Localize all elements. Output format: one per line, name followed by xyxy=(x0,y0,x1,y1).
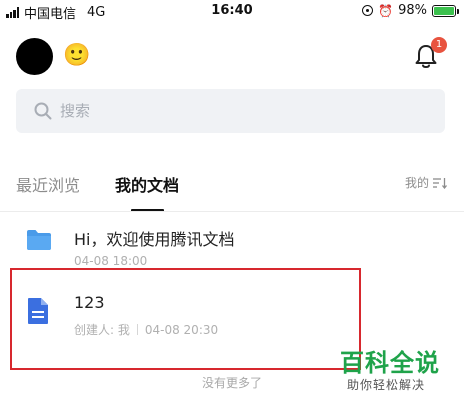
sort-filter-button[interactable]: 我的 xyxy=(405,174,448,191)
smiley-status-icon[interactable]: 🙂 xyxy=(63,44,90,68)
avatar[interactable] xyxy=(16,38,53,75)
battery-percent: 98% xyxy=(398,3,427,18)
watermark-logo: 百科全说 xyxy=(340,349,440,377)
search-bar[interactable] xyxy=(16,89,445,133)
sort-icon xyxy=(433,177,448,189)
status-bar: 中国电信 4G 16:40 ⏰ 98% xyxy=(0,0,464,22)
tab-divider xyxy=(0,211,464,212)
list-item[interactable]: Hi，欢迎使用腾讯文档 04-08 18:00 xyxy=(0,216,464,272)
document-date: 04-08 18:00 xyxy=(74,254,148,268)
alarm-icon: ⏰ xyxy=(378,3,394,18)
status-right: ⏰ 98% xyxy=(362,3,459,18)
highlight-annotation-box xyxy=(10,268,361,370)
tab-recent[interactable]: 最近浏览 xyxy=(16,172,80,196)
notification-badge[interactable]: 1 xyxy=(431,37,447,53)
tab-my-documents[interactable]: 我的文档 xyxy=(115,172,179,196)
folder-icon xyxy=(27,230,51,250)
battery-icon xyxy=(432,4,459,17)
sort-label: 我的 xyxy=(404,176,429,190)
battery-fill xyxy=(434,6,454,15)
watermark-subtitle: 助你轻松解决 xyxy=(347,378,426,392)
document-title: Hi，欢迎使用腾讯文档 xyxy=(74,230,235,249)
search-icon xyxy=(34,102,52,120)
search-input[interactable] xyxy=(60,102,360,120)
location-lock-icon xyxy=(362,5,374,16)
